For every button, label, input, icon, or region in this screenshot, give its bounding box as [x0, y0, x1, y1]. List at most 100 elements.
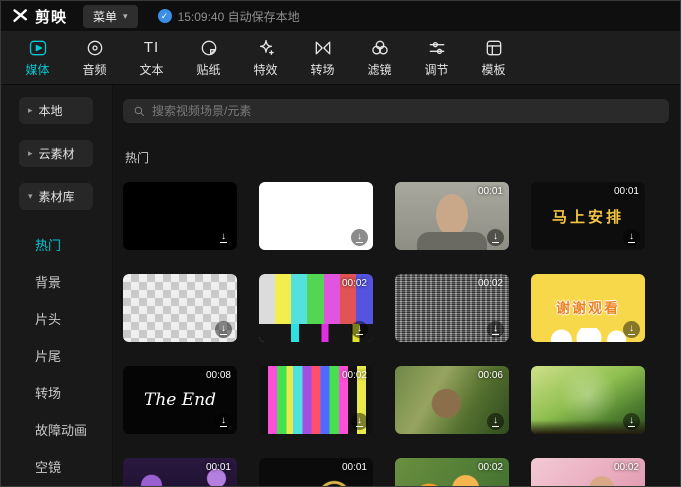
material-thumbnail[interactable]: 00:01 ↓: [395, 182, 509, 250]
sidebar-item-empty-shot[interactable]: 空镜: [1, 448, 112, 485]
material-thumbnail[interactable]: ↓: [123, 182, 237, 250]
tab-sticker[interactable]: 贴纸: [180, 38, 237, 78]
autosave-text: 15:09:40 自动保存本地: [177, 9, 300, 24]
media-icon: [28, 38, 48, 58]
filter-icon: [370, 38, 390, 58]
material-thumbnail[interactable]: 马上安排 00:01 ↓: [531, 182, 645, 250]
material-thumbnail[interactable]: 00:06 ↓: [395, 366, 509, 434]
menu-button[interactable]: 菜单 ▾: [83, 4, 138, 28]
material-thumbnail[interactable]: ↓: [259, 182, 373, 250]
download-icon[interactable]: ↓: [487, 229, 504, 246]
download-arrow-glyph: ↓: [220, 415, 227, 427]
duration-badge: 00:02: [477, 278, 503, 289]
tab-audio[interactable]: 音频: [66, 38, 123, 78]
material-thumbnail[interactable]: 00:02 ↓: [395, 274, 509, 342]
material-thumbnail[interactable]: 00:02 ↓: [259, 366, 373, 434]
tab-label: 媒体: [25, 62, 50, 77]
sidebar-item-background[interactable]: 背景: [1, 263, 112, 300]
audio-icon: [85, 38, 105, 58]
sidebar-item-transition[interactable]: 转场: [1, 374, 112, 411]
duration-badge: 00:02: [341, 370, 367, 381]
sidebar-item-intro[interactable]: 片头: [1, 300, 112, 337]
tab-label: 转场: [310, 62, 335, 77]
download-icon[interactable]: ↓: [487, 413, 504, 430]
material-thumbnail[interactable]: 谢谢观看 ↓: [531, 274, 645, 342]
sticker-icon: [199, 38, 219, 58]
tab-filter[interactable]: 滤镜: [351, 38, 408, 78]
tab-text[interactable]: TI 文本: [123, 38, 180, 78]
material-thumbnail[interactable]: ↓: [531, 366, 645, 434]
download-arrow-glyph: ↓: [492, 415, 499, 427]
material-thumbnail[interactable]: 00:02↓: [395, 458, 509, 486]
duration-badge: 00:01: [341, 462, 367, 473]
capcut-logo-icon: [13, 9, 27, 22]
chevron-down-icon: ▾: [123, 10, 128, 21]
sidebar-group-cloud[interactable]: ▸ 云素材: [19, 140, 93, 167]
material-thumbnail[interactable]: 00:02↓: [531, 458, 645, 486]
download-icon[interactable]: ↓: [623, 321, 640, 338]
download-icon[interactable]: ↓: [215, 229, 232, 246]
tab-label: 滤镜: [367, 62, 392, 77]
text-icon: TI: [143, 39, 160, 56]
download-icon[interactable]: ↓: [623, 413, 640, 430]
tab-label: 调节: [424, 62, 449, 77]
sidebar-group-local[interactable]: ▸ 本地: [19, 97, 93, 124]
search-bar[interactable]: [123, 99, 669, 123]
material-thumbnail[interactable]: 00:01↓: [123, 458, 237, 486]
download-icon[interactable]: ↓: [351, 229, 368, 246]
tab-effects[interactable]: 特效: [237, 38, 294, 78]
tab-adjust[interactable]: 调节: [408, 38, 465, 78]
download-arrow-glyph: ↓: [628, 323, 635, 335]
template-icon: [484, 38, 504, 58]
search-input[interactable]: [152, 104, 659, 118]
search-icon: [134, 106, 144, 116]
capcut-window: 剪映 菜单 ▾ ✓ 15:09:40 自动保存本地 媒体 音频 TI 文本 贴纸…: [0, 0, 681, 487]
sidebar-group-label: 云素材: [38, 147, 75, 161]
chevron-right-icon: ▸: [28, 148, 33, 158]
sidebar-item-hot[interactable]: 热门: [1, 226, 112, 263]
download-arrow-glyph: ↓: [628, 415, 635, 427]
tab-label: 贴纸: [196, 62, 221, 77]
sidebar-group-label: 本地: [38, 104, 63, 118]
tab-template[interactable]: 模板: [465, 38, 522, 78]
download-icon[interactable]: ↓: [351, 321, 368, 338]
duration-badge: 00:08: [205, 370, 231, 381]
app-name: 剪映: [35, 8, 68, 26]
duration-badge: 00:02: [613, 462, 639, 473]
download-icon[interactable]: ↓: [215, 413, 232, 430]
sidebar-group-label: 素材库: [38, 190, 75, 204]
material-thumbnail[interactable]: ↓: [123, 274, 237, 342]
tab-transition[interactable]: 转场: [294, 38, 351, 78]
transition-icon: [313, 38, 333, 58]
tab-label: 文本: [139, 62, 164, 77]
sidebar-group-library[interactable]: ▾ 素材库: [19, 183, 93, 210]
material-thumbnail[interactable]: The End 00:08 ↓: [123, 366, 237, 434]
tab-label: 模板: [481, 62, 506, 77]
sidebar-item-glitch-animation[interactable]: 故障动画: [1, 411, 112, 448]
check-icon: ✓: [157, 9, 172, 23]
menu-button-label: 菜单: [93, 9, 118, 24]
material-thumbnail[interactable]: 00:01↓: [259, 458, 373, 486]
download-arrow-glyph: ↓: [492, 231, 499, 243]
duration-badge: 00:02: [341, 278, 367, 289]
sidebar: ▸ 本地 ▸ 云素材 ▾ 素材库 热门 背景 片头 片尾 转场 故障动画 空镜 …: [1, 85, 113, 486]
duration-badge: 00:01: [613, 186, 639, 197]
duration-badge: 00:01: [477, 186, 503, 197]
autosave-status: ✓ 15:09:40 自动保存本地: [157, 8, 300, 25]
adjust-icon: [427, 38, 447, 58]
download-icon[interactable]: ↓: [487, 321, 504, 338]
download-arrow-glyph: ↓: [220, 231, 227, 243]
tab-media[interactable]: 媒体: [9, 38, 66, 78]
tab-label: 音频: [82, 62, 107, 77]
material-thumbnail[interactable]: 00:02 ↓: [259, 274, 373, 342]
download-icon[interactable]: ↓: [351, 413, 368, 430]
library-list: 热门 背景 片头 片尾 转场 故障动画 空镜 情绪爆梗: [1, 226, 112, 486]
section-title: 热门: [125, 151, 150, 165]
download-arrow-glyph: ↓: [492, 323, 499, 335]
download-arrow-glyph: ↓: [356, 231, 363, 243]
duration-badge: 00:01: [205, 462, 231, 473]
download-icon[interactable]: ↓: [215, 321, 232, 338]
sidebar-item-outro[interactable]: 片尾: [1, 337, 112, 374]
effects-icon: [256, 38, 276, 58]
download-icon[interactable]: ↓: [623, 229, 640, 246]
